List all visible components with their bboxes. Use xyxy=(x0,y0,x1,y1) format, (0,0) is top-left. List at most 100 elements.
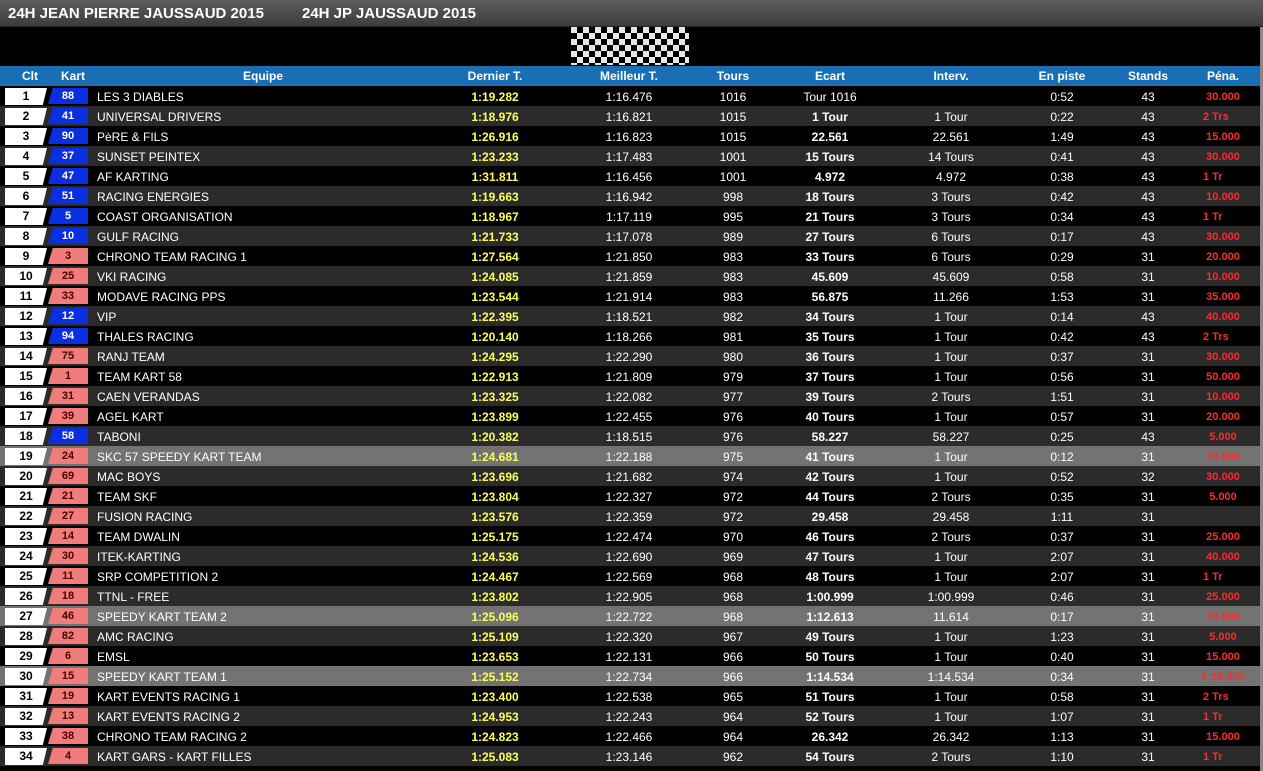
table-row[interactable]: 7 5 COAST ORGANISATION 1:18.967 1:17.119 995 2… xyxy=(0,206,1263,245)
pit-stops: 43 xyxy=(1141,130,1155,144)
last-lap-time: 1:25.096 xyxy=(471,610,519,624)
kart-number-badge: 30 xyxy=(48,548,88,564)
team-name: CHRONO TEAM RACING 2 xyxy=(97,730,247,744)
kart-number-badge: 21 xyxy=(48,488,88,504)
table-row[interactable]: 5 47 AF KARTING 1:31.811 1:16.456 1001 4.972 4.… xyxy=(0,166,1263,205)
table-row[interactable]: 6 51 RACING ENERGIES 1:19.663 1:16.942 998 18 … xyxy=(0,186,1263,206)
table-row[interactable]: 11 33 MODAVE RACING PPS 1:23.544 1:21.914 983… xyxy=(0,286,1263,306)
pit-stops: 31 xyxy=(1141,370,1155,384)
team-name: ITEK-KARTING xyxy=(97,550,181,564)
table-row[interactable]: 24 30 ITEK-KARTING 1:24.536 1:22.690 969 47 To… xyxy=(0,546,1263,566)
position-cell: 33 xyxy=(5,728,47,745)
interval-value: 26.342 xyxy=(932,730,970,744)
table-row[interactable]: 33 38 CHRONO TEAM RACING 2 1:24.823 1:22.466… xyxy=(0,726,1263,746)
pit-stops: 31 xyxy=(1141,750,1155,764)
table-row[interactable]: 17 39 AGEL KART 1:23.899 1:22.455 976 40 Tours… xyxy=(0,406,1263,426)
best-lap-time: 1:17.119 xyxy=(606,210,652,224)
interval-value: 3 Tours xyxy=(931,210,971,224)
table-row[interactable]: 25 11 SRP COMPETITION 2 1:24.467 1:22.569 968… xyxy=(0,566,1263,605)
laps-count: 1015 xyxy=(719,130,747,144)
laps-count: 976 xyxy=(722,430,744,444)
penalty-value: 1:10.000 xyxy=(1201,671,1245,683)
gap-value: 15 Tours xyxy=(805,150,855,164)
header-ecart[interactable]: Ecart xyxy=(815,66,845,86)
table-row[interactable]: 13 94 THALES RACING 1:20.140 1:18.266 981 35 T… xyxy=(0,326,1263,365)
table-row[interactable]: 32 13 KART EVENTS RACING 2 1:24.953 1:22.243… xyxy=(0,706,1263,745)
table-row[interactable]: 23 14 TEAM DWALIN 1:25.175 1:22.474 970 46 Tou… xyxy=(0,526,1263,546)
laps-count: 964 xyxy=(722,730,744,744)
on-track-time: 0:25 xyxy=(1050,430,1074,444)
table-row[interactable]: 19 24 SKC 57 SPEEDY KART TEAM 1:24.681 1:22.… xyxy=(0,446,1263,466)
penalty-value: 30.000 xyxy=(1206,91,1240,103)
last-lap-time: 1:25.152 xyxy=(471,670,519,684)
interval-value: 1 Tour xyxy=(934,370,968,384)
gap-value: 54 Tours xyxy=(805,750,855,764)
interval-value: 58.227 xyxy=(932,430,970,444)
table-row[interactable]: 29 6 EMSL 1:23.653 1:22.131 966 50 Tours 1 Tour… xyxy=(0,646,1263,666)
header-piste[interactable]: En piste xyxy=(1039,66,1086,86)
header-stands[interactable]: Stands xyxy=(1128,66,1168,86)
table-row[interactable]: 18 58 TABONI 1:20.382 1:18.515 976 58.227 58.22… xyxy=(0,426,1263,446)
gap-value: 1:14.534 xyxy=(806,670,854,684)
table-row[interactable]: 9 3 CHRONO TEAM RACING 1 1:27.564 1:21.850 98… xyxy=(0,246,1263,266)
table-row[interactable]: 12 12 VIP 1:22.395 1:18.521 982 34 Tours 1 Tour… xyxy=(0,306,1263,326)
last-lap-time: 1:20.140 xyxy=(471,330,519,344)
header-kart[interactable]: Kart xyxy=(61,66,85,86)
kart-number-badge: 58 xyxy=(48,428,88,444)
team-name: PèRE & FILS xyxy=(97,130,169,144)
table-row[interactable]: 14 75 RANJ TEAM 1:24.295 1:22.290 980 36 Tours… xyxy=(0,346,1263,366)
gap-value: 37 Tours xyxy=(805,370,855,384)
header-interv[interactable]: Interv. xyxy=(933,66,968,86)
last-lap-time: 1:19.282 xyxy=(471,90,519,104)
gap-value: 46 Tours xyxy=(805,530,855,544)
last-lap-time: 1:23.544 xyxy=(471,290,519,304)
team-name: SKC 57 SPEEDY KART TEAM xyxy=(97,450,262,464)
best-lap-time: 1:22.327 xyxy=(605,490,653,504)
table-row[interactable]: 3 90 PèRE & FILS 1:26.916 1:16.823 1015 22.561… xyxy=(0,126,1263,146)
kart-number-badge: 31 xyxy=(48,388,88,404)
table-row[interactable]: 8 10 GULF RACING 1:21.733 1:17.078 989 27 Tour… xyxy=(0,226,1263,246)
header-dernier[interactable]: Dernier T. xyxy=(468,66,523,86)
position-cell: 11 xyxy=(5,288,47,305)
table-row[interactable]: 31 19 KART EVENTS RACING 1 1:23.400 1:22.538… xyxy=(0,686,1263,725)
interval-value: 2 Tours xyxy=(931,750,971,764)
table-row[interactable]: 22 27 FUSION RACING 1:23.576 1:22.359 972 29.4… xyxy=(0,506,1263,526)
table-row[interactable]: 16 31 CAEN VERANDAS 1:23.325 1:22.082 977 39 T… xyxy=(0,386,1263,406)
gap-value: 27 Tours xyxy=(805,230,855,244)
table-row[interactable]: 30 15 SPEEDY KART TEAM 1 1:25.152 1:22.734 96… xyxy=(0,666,1263,686)
table-row[interactable]: 15 1 TEAM KART 58 1:22.913 1:21.809 979 37 Tou… xyxy=(0,366,1263,386)
header-clt[interactable]: Clt xyxy=(22,66,38,86)
header-equipe[interactable]: Equipe xyxy=(243,66,283,86)
last-lap-time: 1:23.576 xyxy=(471,510,519,524)
kart-number-badge: 5 xyxy=(48,208,88,224)
interval-value: 1:00.999 xyxy=(927,590,975,604)
table-row[interactable]: 34 4 KART GARS - KART FILLES 1:25.083 1:23.1… xyxy=(0,746,1263,766)
last-lap-time: 1:24.823 xyxy=(471,730,519,744)
kart-number-badge: 14 xyxy=(48,528,88,544)
table-row[interactable]: 4 37 SUNSET PEINTEX 1:23.233 1:17.483 1001 15 … xyxy=(0,146,1263,166)
best-lap-time: 1:16.821 xyxy=(605,110,653,124)
position-cell: 14 xyxy=(5,348,47,365)
table-row[interactable]: 27 46 SPEEDY KART TEAM 2 1:25.096 1:22.722 96… xyxy=(0,606,1263,626)
best-lap-time: 1:16.476 xyxy=(605,90,653,104)
header-tours[interactable]: Tours xyxy=(717,66,749,86)
table-row[interactable]: 20 69 MAC BOYS 1:23.696 1:21.682 974 42 Tours 1… xyxy=(0,466,1263,486)
header-meilleur[interactable]: Meilleur T. xyxy=(600,66,658,86)
flag-banner xyxy=(0,27,1263,66)
last-lap-time: 1:24.953 xyxy=(471,710,519,724)
gap-value: 51 Tours xyxy=(805,690,855,704)
table-row[interactable]: 26 18 TTNL - FREE 1:23.802 1:22.905 968 1:00.9… xyxy=(0,586,1263,606)
table-row[interactable]: 21 21 TEAM SKF 1:23.804 1:22.327 972 44 Tours 2… xyxy=(0,486,1263,506)
table-row[interactable]: 10 25 VKI RACING 1:24.085 1:21.859 983 45.609 4… xyxy=(0,266,1263,286)
best-lap-time: 1:23.146 xyxy=(605,750,653,764)
header-pena[interactable]: Péna. xyxy=(1207,66,1239,86)
table-row[interactable]: 28 82 AMC RACING 1:25.109 1:22.320 967 49 Tour… xyxy=(0,626,1263,646)
last-lap-time: 1:18.967 xyxy=(471,210,519,224)
gap-value: 35 Tours xyxy=(805,330,855,344)
penalty-value: 40.000 xyxy=(1206,311,1240,323)
table-row[interactable]: 2 41 UNIVERSAL DRIVERS 1:18.976 1:16.821 1015… xyxy=(0,106,1263,145)
laps-count: 968 xyxy=(722,610,744,624)
gap-value: 58.227 xyxy=(811,430,849,444)
table-row[interactable]: 1 88 LES 3 DIABLES 1:19.282 1:16.476 1016 Tour… xyxy=(0,86,1263,106)
penalty-value: 15.000 xyxy=(1206,651,1240,663)
